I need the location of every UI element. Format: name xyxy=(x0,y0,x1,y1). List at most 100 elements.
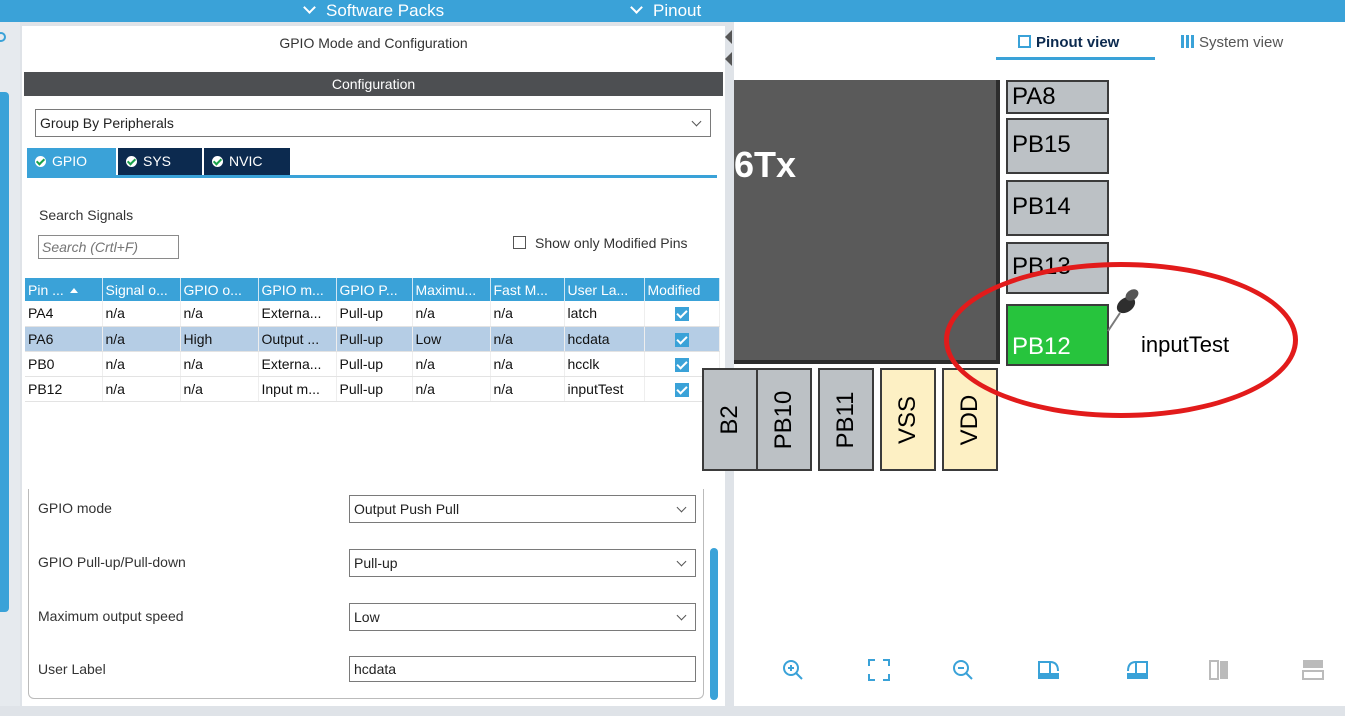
cell-max-speed: Low xyxy=(412,326,491,352)
rotate-right-icon[interactable] xyxy=(1036,657,1062,683)
user-label-value: hcdata xyxy=(354,661,397,677)
left-category-strip xyxy=(0,22,20,716)
cell-fast-mode: n/a xyxy=(490,376,565,402)
pinout-canvas[interactable]: Pinout view System view 6Tx PA8 PB15 PB1… xyxy=(702,22,1345,716)
chip-part-number: 6Tx xyxy=(734,144,797,185)
pin-vdd-label: VDD xyxy=(956,394,983,445)
modified-checkbox[interactable] xyxy=(674,307,689,322)
pin-pb10-label: PB10 xyxy=(770,390,797,449)
menu-software-packs-label: Software Packs xyxy=(326,1,445,20)
annotation-circle xyxy=(944,262,1298,418)
grid-icon xyxy=(1181,35,1194,48)
panel-collapse-handle[interactable] xyxy=(724,26,734,76)
cell-gpio-pull: Pull-up xyxy=(336,326,413,352)
details-scrollbar[interactable] xyxy=(710,548,718,700)
check-circle-icon xyxy=(126,156,137,167)
column-header-fast-mode[interactable]: Fast M... xyxy=(490,278,565,301)
pin-pb10[interactable]: PB10 xyxy=(756,368,812,471)
top-menu-bar: Software Packs Pinout xyxy=(0,0,1345,22)
pinout-view-label: Pinout view xyxy=(1036,34,1120,51)
cell-gpio-mode: Output ... xyxy=(258,326,337,352)
tab-sys-label: SYS xyxy=(143,153,172,169)
show-modified-label: Show only Modified Pins xyxy=(535,235,688,251)
column-header-modified[interactable]: Modified xyxy=(644,278,720,301)
check-circle-icon xyxy=(35,156,46,167)
pin-table: Pin ... Signal o... GPIO o... GPIO m... … xyxy=(25,278,720,402)
table-row[interactable]: PA6 n/a High Output ... Pull-up Low n/a … xyxy=(25,326,720,352)
table-row[interactable]: PB0 n/a n/a Externa... Pull-up n/a n/a h… xyxy=(25,351,720,377)
menu-pinout[interactable]: Pinout xyxy=(630,0,702,22)
flip-horizontal-icon[interactable] xyxy=(1300,657,1326,683)
cell-signal: n/a xyxy=(102,376,181,402)
column-header-gpio-output[interactable]: GPIO o... xyxy=(180,278,259,301)
left-scrollbar[interactable] xyxy=(0,92,9,612)
column-header-user-label[interactable]: User La... xyxy=(564,278,645,301)
pin-vss[interactable]: VSS xyxy=(880,368,936,471)
chevron-down-icon xyxy=(676,502,687,513)
gpio-pull-select[interactable]: Pull-up xyxy=(349,549,696,577)
sort-up-icon xyxy=(69,287,78,293)
user-label-label: User Label xyxy=(38,661,106,677)
system-view-label: System view xyxy=(1199,34,1284,51)
flip-vertical-icon[interactable] xyxy=(1206,657,1232,683)
user-label-input[interactable]: hcdata xyxy=(349,656,696,682)
table-row[interactable]: PA4 n/a n/a Externa... Pull-up n/a n/a l… xyxy=(25,301,720,327)
check-circle-icon xyxy=(212,156,223,167)
collapse-arrow-icon xyxy=(725,52,732,66)
pin-pa8[interactable]: PA8 xyxy=(1006,80,1109,114)
pin-pb2[interactable]: B2 xyxy=(702,368,758,471)
search-signals-label: Search Signals xyxy=(39,207,134,223)
zoom-in-icon[interactable] xyxy=(780,657,806,683)
chevron-down-icon xyxy=(303,0,316,14)
tab-system-view[interactable]: System view xyxy=(1181,30,1321,60)
cell-max-speed: n/a xyxy=(412,301,491,327)
column-header-gpio-pull[interactable]: GPIO P... xyxy=(336,278,413,301)
tab-gpio[interactable]: GPIO xyxy=(27,148,116,175)
chevron-down-icon xyxy=(630,0,643,14)
pin-vss-label: VSS xyxy=(894,395,921,444)
tab-nvic[interactable]: NVIC xyxy=(204,148,290,175)
pin-pb2-label: B2 xyxy=(716,404,743,435)
pin-pb11[interactable]: PB11 xyxy=(818,368,874,471)
modified-checkbox[interactable] xyxy=(674,382,689,397)
menu-software-packs[interactable]: Software Packs xyxy=(303,0,445,22)
menu-pinout-label: Pinout xyxy=(653,1,702,20)
max-speed-select[interactable]: Low xyxy=(349,603,696,631)
status-bar xyxy=(0,706,1345,716)
fit-screen-icon[interactable] xyxy=(866,657,892,683)
modified-checkbox[interactable] xyxy=(674,332,689,347)
group-by-select[interactable]: Group By Peripherals xyxy=(35,109,711,137)
gpio-mode-select[interactable]: Output Push Pull xyxy=(349,495,696,523)
column-header-pin[interactable]: Pin ... xyxy=(25,278,103,301)
cell-pin: PA6 xyxy=(25,326,103,352)
cell-pin: PB12 xyxy=(25,376,103,402)
zoom-out-icon[interactable] xyxy=(950,657,976,683)
search-input[interactable] xyxy=(38,235,179,259)
cell-signal: n/a xyxy=(102,326,181,352)
gear-icon[interactable] xyxy=(0,32,6,42)
cell-fast-mode: n/a xyxy=(490,326,565,352)
pin-pb11-label: PB11 xyxy=(832,391,859,448)
cell-max-speed: n/a xyxy=(412,351,491,377)
cell-user-label: inputTest xyxy=(564,376,645,402)
column-header-signal[interactable]: Signal o... xyxy=(102,278,181,301)
gpio-config-panel: GPIO Mode and Configuration Configuratio… xyxy=(22,26,725,706)
tab-pinout-view[interactable]: Pinout view xyxy=(996,30,1155,60)
tab-sys[interactable]: SYS xyxy=(118,148,202,175)
pin-pb15[interactable]: PB15 xyxy=(1006,118,1109,174)
cell-gpio-output: n/a xyxy=(180,301,259,327)
cell-gpio-mode: Input m... xyxy=(258,376,337,402)
cell-modified xyxy=(644,301,720,327)
rotate-left-icon[interactable] xyxy=(1124,657,1150,683)
column-header-gpio-mode[interactable]: GPIO m... xyxy=(258,278,337,301)
cell-gpio-mode: Externa... xyxy=(258,351,337,377)
table-row[interactable]: PB12 n/a n/a Input m... Pull-up n/a n/a … xyxy=(25,376,720,402)
cell-gpio-mode: Externa... xyxy=(258,301,337,327)
gpio-pull-value: Pull-up xyxy=(354,555,398,571)
pin-pb14[interactable]: PB14 xyxy=(1006,180,1109,236)
cell-gpio-pull: Pull-up xyxy=(336,301,413,327)
modified-checkbox[interactable] xyxy=(674,357,689,372)
cell-fast-mode: n/a xyxy=(490,301,565,327)
show-modified-checkbox[interactable] xyxy=(513,236,526,249)
column-header-max-speed[interactable]: Maximu... xyxy=(412,278,491,301)
